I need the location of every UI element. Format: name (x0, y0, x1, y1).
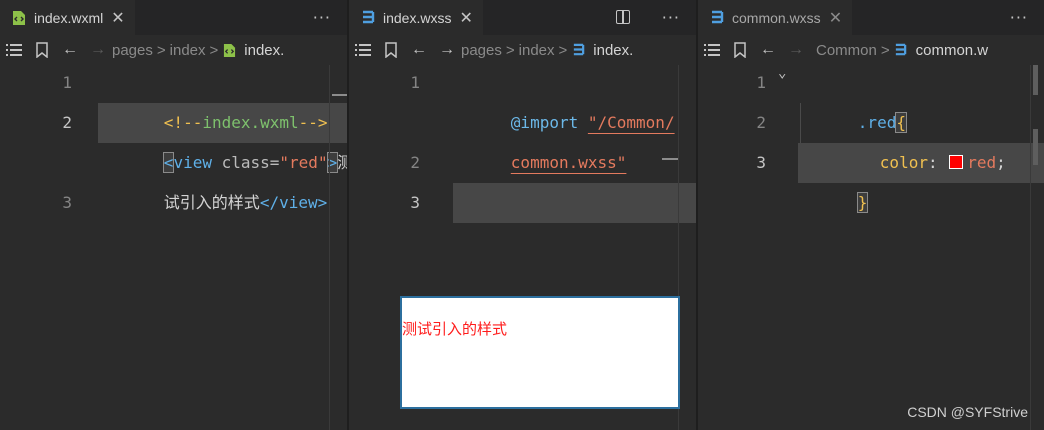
tab-bar: common.wxss ✕ ··· (698, 0, 1044, 35)
scrollbar-thumb[interactable] (1033, 129, 1038, 165)
more-icon[interactable]: ··· (313, 8, 331, 27)
chevron-right-icon: > (156, 41, 166, 59)
code-line-2-wrap: 试引入的样式</view> (163, 193, 328, 212)
bookmark-icon[interactable] (28, 39, 56, 61)
line-number: 2 (410, 153, 420, 172)
css-file-icon (571, 43, 585, 58)
list-icon[interactable] (0, 39, 28, 61)
breadcrumb-item-pages[interactable]: pages (112, 42, 153, 59)
breadcrumb-item-file[interactable]: index. (593, 42, 633, 59)
list-icon[interactable] (349, 39, 377, 61)
list-icon[interactable] (698, 39, 726, 61)
split-editor-icon[interactable] (616, 10, 630, 24)
chevron-right-icon: > (209, 41, 219, 59)
scrollbar[interactable] (1030, 65, 1044, 430)
arrow-left-icon[interactable]: ← (56, 39, 84, 61)
close-icon[interactable]: ✕ (111, 9, 124, 26)
breadcrumb-item-index[interactable]: index (170, 42, 206, 59)
line-number: 1 (756, 73, 766, 92)
tab-common-wxss[interactable]: common.wxss ✕ (698, 0, 853, 35)
editor-pane-common-wxss: common.wxss ✕ ··· ← → Common > common.w … (698, 0, 1044, 430)
preview-text: 测试引入的样式 (402, 320, 508, 338)
chevron-right-icon: > (880, 41, 890, 59)
tab-label: index.wxml (34, 9, 104, 26)
tab-label: index.wxss (383, 9, 452, 26)
line-number: 3 (410, 193, 420, 212)
line-number: 3 (62, 193, 72, 212)
wxml-file-icon (12, 10, 26, 26)
code-line-1-wrap: common.wxss" (453, 103, 627, 223)
preview-panel: 测试引入的样式 (400, 296, 680, 409)
tab-bar: index.wxml ✕ ··· (0, 0, 347, 35)
code-editor[interactable]: ⌄ 1 2 3 .red{ color: red; } (698, 65, 1044, 430)
breadcrumb-item-index[interactable]: index (519, 42, 555, 59)
breadcrumb-item-pages[interactable]: pages (461, 42, 502, 59)
wxml-file-icon (222, 43, 236, 58)
arrow-right-icon[interactable]: → (782, 39, 810, 61)
line-number: 1 (410, 73, 420, 92)
breadcrumb-item-common[interactable]: Common (816, 42, 877, 59)
css-file-icon (710, 10, 724, 26)
editor-pane-index-wxml: index.wxml ✕ ··· ← → pages > index > ind… (0, 0, 347, 430)
breadcrumb: ← → pages > index > index. (349, 35, 696, 65)
css-file-icon (361, 10, 375, 26)
arrow-right-icon[interactable]: → (84, 39, 112, 61)
more-icon[interactable]: ··· (1010, 8, 1028, 27)
chevron-down-icon[interactable]: ⌄ (778, 65, 786, 81)
scrollbar[interactable] (662, 65, 696, 430)
close-icon[interactable]: ✕ (459, 9, 472, 26)
breadcrumb: ← → pages > index > index. (0, 35, 347, 65)
scrollbar-marker (332, 94, 347, 96)
close-icon[interactable]: ✕ (829, 9, 842, 26)
line-number: 2 (756, 113, 766, 132)
breadcrumb-item-file[interactable]: index. (244, 42, 284, 59)
scrollbar-marker (662, 158, 678, 160)
color-swatch[interactable] (949, 155, 964, 169)
chevron-right-icon: > (505, 41, 515, 59)
code-editor[interactable]: 1 2 3 <!--index.wxml--> <view class="red… (0, 65, 347, 430)
css-file-icon (894, 43, 908, 58)
watermark: CSDN @SYFStrive (907, 404, 1028, 420)
breadcrumb: ← → Common > common.w (698, 35, 1044, 65)
more-icon[interactable]: ··· (662, 8, 680, 27)
line-number: 3 (756, 153, 766, 172)
tab-index-wxss[interactable]: index.wxss ✕ (349, 0, 483, 35)
bookmark-icon[interactable] (377, 39, 405, 61)
chevron-right-icon: > (558, 41, 568, 59)
arrow-left-icon[interactable]: ← (405, 39, 433, 61)
tab-label: common.wxss (732, 9, 821, 26)
arrow-right-icon[interactable]: → (433, 39, 461, 61)
arrow-left-icon[interactable]: ← (754, 39, 782, 61)
tab-bar: index.wxss ✕ ··· (349, 0, 696, 35)
scrollbar[interactable] (329, 65, 347, 430)
import-link[interactable]: common.wxss" (511, 153, 627, 172)
line-number: 1 (62, 73, 72, 92)
code-line-3: } (856, 192, 869, 213)
line-number: 2 (62, 113, 72, 132)
breadcrumb-item-file[interactable]: common.w (916, 42, 989, 59)
scrollbar-thumb[interactable] (1033, 65, 1038, 95)
bookmark-icon[interactable] (726, 39, 754, 61)
tab-index-wxml[interactable]: index.wxml ✕ (0, 0, 135, 35)
